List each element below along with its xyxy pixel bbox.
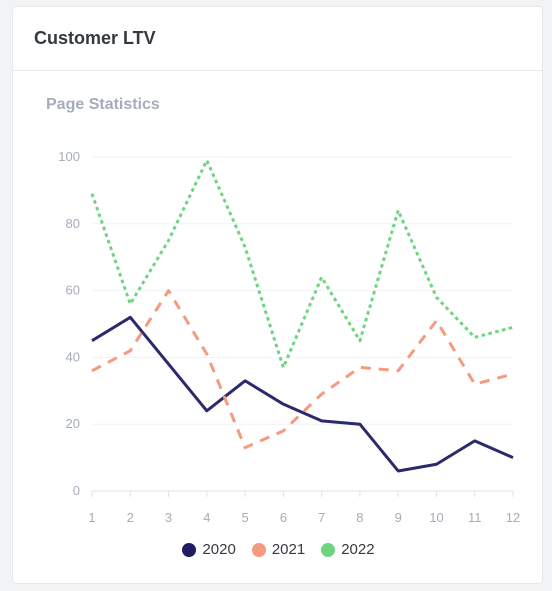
y-tick-label: 100 xyxy=(58,149,80,164)
y-tick-label: 40 xyxy=(66,349,80,364)
legend-item-2020[interactable]: 2020 xyxy=(182,541,236,558)
y-tick-label: 20 xyxy=(66,416,80,431)
x-tick-label: 10 xyxy=(429,510,443,525)
x-tick-label: 6 xyxy=(280,510,287,525)
x-tick-label: 12 xyxy=(506,510,520,525)
customer-ltv-card: Customer LTV Page Statistics 0 20 40 60 80 10… xyxy=(12,6,543,584)
x-tick-label: 4 xyxy=(203,510,210,525)
series-line-2020 xyxy=(91,315,514,473)
legend-label: 2022 xyxy=(341,541,375,558)
y-tick-label: 0 xyxy=(73,483,80,498)
x-tick-label: 7 xyxy=(318,510,325,525)
legend-marker xyxy=(321,542,336,557)
x-tick-label: 2 xyxy=(127,510,134,525)
axis-layer: 0204060801001 2 3 4 5 6 7 8 9 10 11 12 xyxy=(58,149,520,525)
grid-layer xyxy=(92,156,513,425)
legend-item-2022[interactable]: 2022 xyxy=(321,541,375,558)
chart-legend: 2020 2021 2022 xyxy=(13,541,544,558)
line-chart: 0204060801001 2 3 4 5 6 7 8 9 10 11 12 xyxy=(58,149,520,525)
x-tick-label: 5 xyxy=(241,510,248,525)
x-tick-label: 8 xyxy=(356,510,363,525)
legend-item-2021[interactable]: 2021 xyxy=(251,541,306,558)
x-tick-label: 11 xyxy=(468,510,482,525)
legend-marker xyxy=(182,542,197,557)
x-tick-label: 1 xyxy=(88,510,95,525)
legend-marker xyxy=(251,542,266,557)
x-tick-label: 3 xyxy=(165,510,172,525)
y-tick-label: 80 xyxy=(66,216,80,231)
series-line-2022 xyxy=(90,158,514,369)
y-tick-label: 60 xyxy=(66,283,80,298)
legend-label: 2020 xyxy=(202,541,236,558)
x-tick-label: 9 xyxy=(395,510,402,525)
legend-label: 2021 xyxy=(271,541,306,558)
